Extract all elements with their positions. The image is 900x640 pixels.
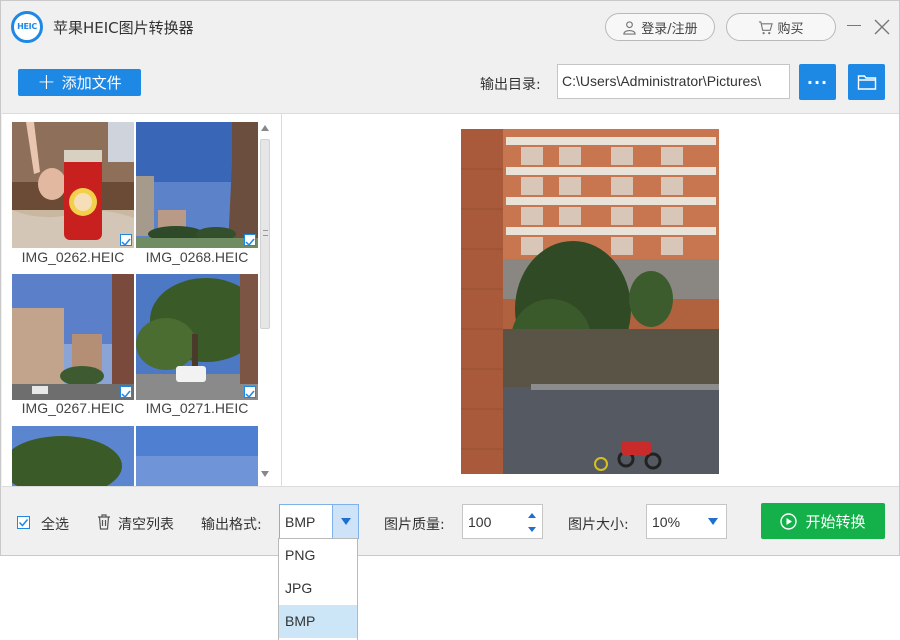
checkbox-checked-icon[interactable] [244, 234, 256, 247]
scroll-up-icon[interactable] [261, 125, 269, 131]
checkbox-checked-icon[interactable] [120, 234, 132, 247]
image-size-select[interactable]: 10% [646, 504, 727, 539]
thumbnail-filename: IMG_0271.HEIC [145, 400, 249, 416]
browse-more-button[interactable]: ... [799, 64, 836, 100]
thumbnail-item[interactable] [12, 426, 134, 486]
format-option-bmp[interactable]: BMP [279, 605, 357, 638]
format-option-jpg[interactable]: JPG [279, 572, 357, 605]
thumbnail-filename: IMG_0267.HEIC [21, 400, 125, 416]
photo-thumbnail [136, 274, 258, 400]
format-dropdown-list: PNG JPG BMP [278, 538, 358, 640]
play-circle-icon [780, 512, 798, 530]
plus-icon: + [37, 69, 56, 95]
scroll-down-icon[interactable] [261, 471, 269, 477]
folder-icon [857, 75, 876, 90]
title-bar: HEIC 苹果HEIC图片转换器 登录/注册 购买 [1, 1, 899, 53]
output-format-label: 输出格式: [201, 517, 262, 533]
cart-icon [759, 20, 774, 34]
trash-icon[interactable] [97, 514, 111, 530]
select-all-label[interactable]: 全选 [41, 514, 69, 534]
main-area: IMG_0262.HEIC IMG_0268.HEIC IMG_0267.HEI… [2, 113, 899, 487]
start-convert-label: 开始转换 [805, 512, 866, 531]
close-icon[interactable] [873, 18, 891, 36]
output-format-select[interactable]: BMP [279, 504, 359, 539]
open-folder-button[interactable] [848, 64, 885, 100]
building-photo [461, 129, 719, 474]
thumbnail-filename: IMG_0268.HEIC [145, 249, 249, 265]
clear-list-button[interactable]: 清空列表 [118, 514, 174, 534]
user-icon [623, 20, 636, 35]
photo-thumbnail [12, 274, 134, 400]
format-option-png[interactable]: PNG [279, 539, 357, 572]
preview-image [461, 129, 719, 474]
thumbnail-item[interactable] [136, 426, 258, 486]
select-all-checkbox-icon[interactable] [17, 516, 30, 529]
thumbnail-item[interactable] [12, 122, 134, 248]
size-label: 图片大小: [568, 517, 629, 533]
app-window: HEIC 苹果HEIC图片转换器 登录/注册 购买 + 添加文件 输出目录: C… [0, 0, 900, 556]
login-button[interactable]: 登录/注册 [605, 13, 715, 41]
stepper-down-icon[interactable] [528, 527, 536, 532]
scroll-thumb[interactable] [260, 139, 270, 329]
bottom-bar: 全选 清空列表 输出格式: BMP 图片质量: 100 图片大小: 10% 开始… [2, 488, 899, 555]
app-title: 苹果HEIC图片转换器 [53, 19, 194, 37]
photo-thumbnail [12, 122, 134, 248]
checkbox-checked-icon[interactable] [120, 386, 132, 399]
thumbnail-item[interactable] [136, 122, 258, 248]
photo-thumbnail [136, 426, 258, 486]
start-convert-button[interactable]: 开始转换 [761, 503, 885, 539]
buy-button[interactable]: 购买 [726, 13, 836, 41]
buy-label: 购买 [777, 21, 804, 37]
thumbnail-item[interactable] [136, 274, 258, 400]
minimize-button[interactable] [847, 25, 861, 26]
add-file-button[interactable]: + 添加文件 [18, 69, 141, 96]
photo-thumbnail [12, 426, 134, 486]
file-list-scrollbar[interactable] [258, 123, 272, 479]
photo-thumbnail [136, 122, 258, 248]
output-dir-input[interactable]: C:\Users\Administrator\Pictures\ [557, 64, 790, 99]
checkbox-checked-icon[interactable] [244, 386, 256, 399]
thumbnail-filename: IMG_0262.HEIC [21, 249, 125, 265]
quality-stepper[interactable]: 100 [462, 504, 543, 539]
chevron-down-icon [708, 518, 718, 525]
file-list: IMG_0262.HEIC IMG_0268.HEIC IMG_0267.HEI… [2, 114, 282, 486]
app-logo: HEIC [11, 11, 43, 43]
stepper-up-icon[interactable] [528, 513, 536, 518]
chevron-down-icon [341, 518, 351, 525]
output-dir-label: 输出目录: [480, 77, 541, 93]
more-icon: ... [806, 69, 829, 88]
add-file-label: 添加文件 [61, 74, 122, 92]
thumbnail-item[interactable] [12, 274, 134, 400]
quality-label: 图片质量: [384, 517, 445, 533]
login-label: 登录/注册 [641, 21, 698, 37]
